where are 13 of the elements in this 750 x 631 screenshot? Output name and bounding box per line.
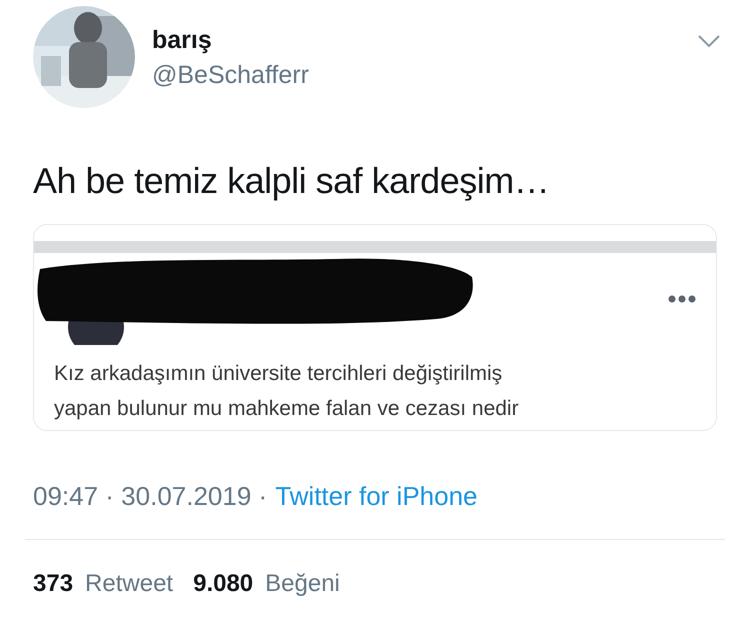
stat-label[interactable]: Beğeni — [265, 570, 340, 598]
timestamp: 09:47 · 30.07.2019 · — [33, 481, 268, 512]
stat-label[interactable]: Retweet — [85, 570, 174, 598]
user-handle[interactable]: @BeSchafferr — [152, 61, 309, 90]
stat-count: 373 — [33, 570, 74, 598]
stat-count: 9.080 — [193, 570, 254, 598]
tweet-text: Ah be temiz kalpli saf kardeşim… — [33, 160, 550, 202]
source-link[interactable]: Twitter for iPhone — [275, 481, 478, 512]
more-icon[interactable] — [668, 295, 696, 303]
post-text: Kız arkadaşımın üniversite tercihleri değiştirilmiş — [54, 361, 502, 387]
chevron-down-icon[interactable] — [698, 34, 720, 48]
post-text: yapan bulunur mu mahkeme falan ve cezası nedir — [54, 396, 519, 422]
user-name[interactable]: barış — [152, 26, 212, 55]
